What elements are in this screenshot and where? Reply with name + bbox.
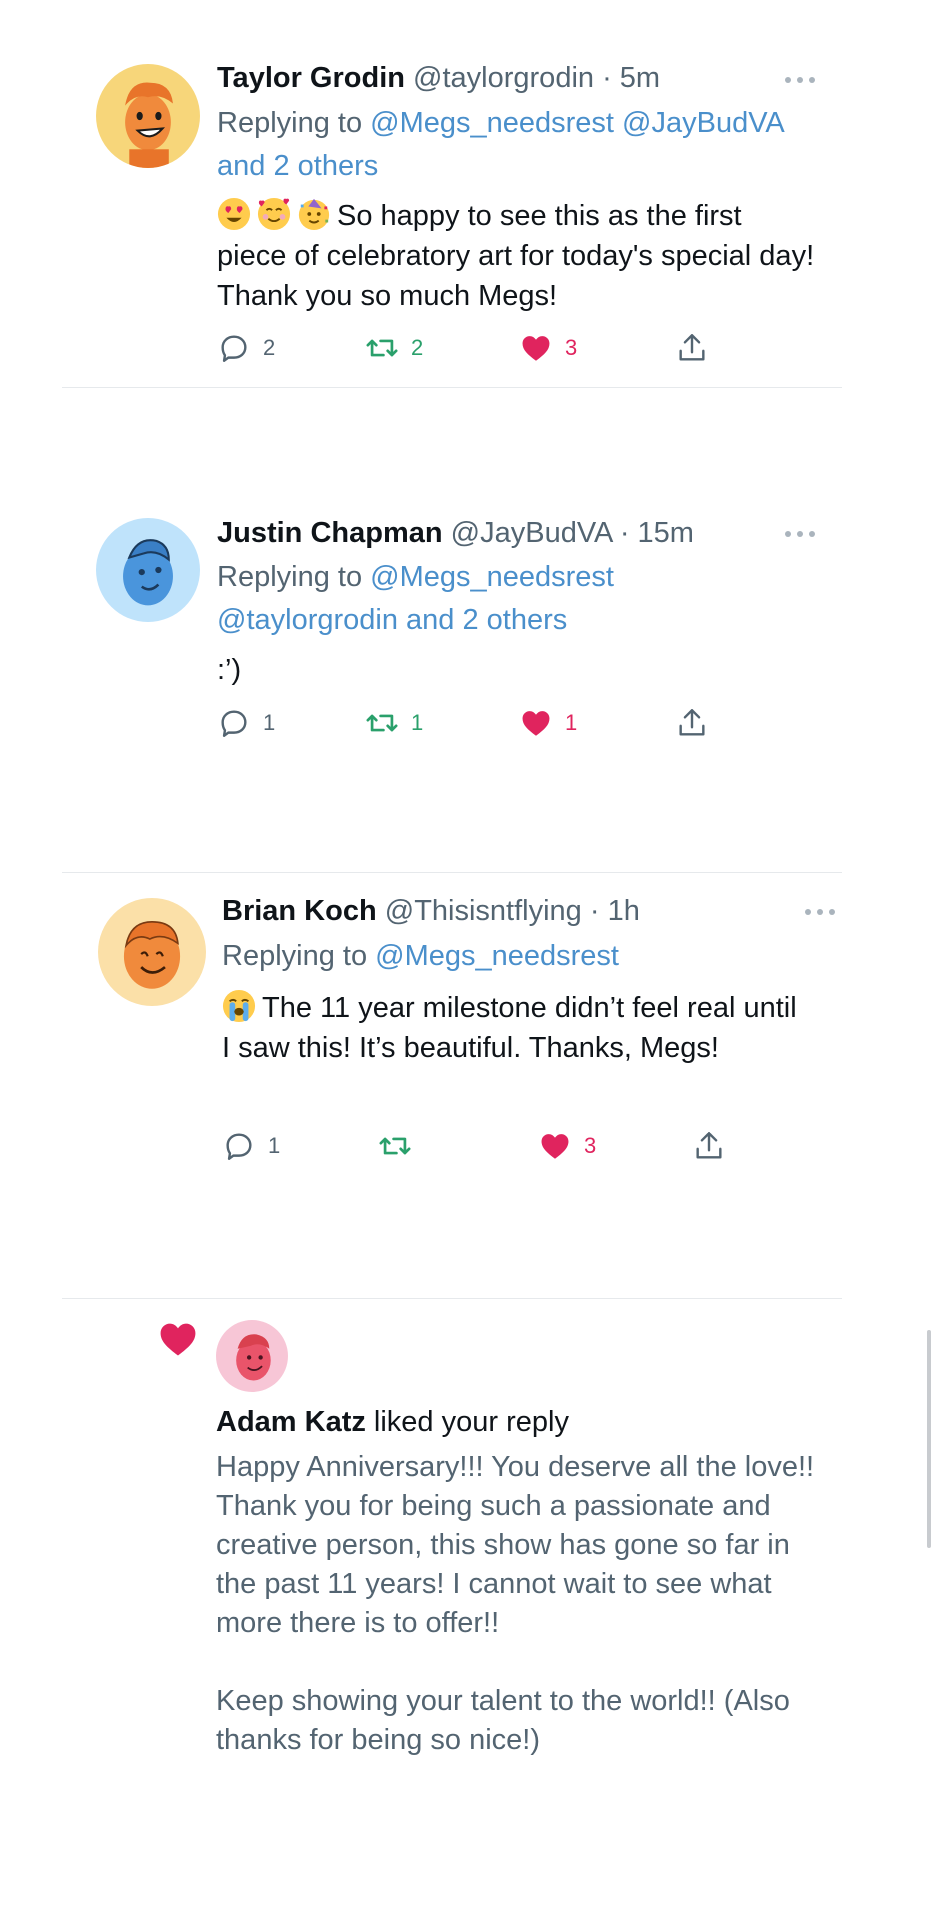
share-button[interactable] xyxy=(675,328,709,368)
avatar-taylor-grodin[interactable] xyxy=(96,64,200,168)
share-icon xyxy=(679,334,705,361)
avatar-adam-katz[interactable] xyxy=(216,1320,288,1392)
reply-count: 1 xyxy=(268,1133,281,1158)
share-button[interactable] xyxy=(675,703,709,743)
user-handle[interactable]: @JayBudVA xyxy=(451,517,612,549)
reply-count: 1 xyxy=(263,710,276,735)
replying-to: Replying to @Megs_needsrest @taylorgrodi… xyxy=(217,556,817,642)
avatar-justin-chapman[interactable] xyxy=(96,518,200,622)
like-count: 3 xyxy=(565,335,578,360)
mention-link[interactable]: @Megs_needsrest @JayBudVA xyxy=(370,107,785,139)
share-icon xyxy=(696,1132,722,1159)
tweet-header: Justin Chapman @JayBudVA · 15m xyxy=(217,515,694,551)
divider xyxy=(62,872,842,873)
display-name[interactable]: Justin Chapman xyxy=(217,517,443,549)
retweet-button[interactable]: 2 xyxy=(365,328,423,368)
retweet-button[interactable]: 1 xyxy=(365,703,423,743)
reply-count: 2 xyxy=(263,335,276,360)
timestamp: · 5m xyxy=(602,62,661,94)
replying-prefix: Replying to xyxy=(222,940,376,972)
avatar-brian-koch[interactable] xyxy=(98,898,206,1006)
retweet-count: 2 xyxy=(411,335,424,360)
replying-to: Replying to @Megs_needsrest @JayBudVA an… xyxy=(217,102,817,188)
retweet-icon xyxy=(379,1137,411,1155)
timestamp: · 1h xyxy=(589,895,640,927)
share-button[interactable] xyxy=(692,1126,726,1166)
reply-icon xyxy=(221,335,247,362)
divider xyxy=(62,387,842,388)
user-handle[interactable]: @taylorgrodin xyxy=(413,62,594,94)
user-handle[interactable]: @Thisisntflying xyxy=(385,895,582,927)
reply-button[interactable]: 2 xyxy=(217,328,275,368)
heart-eyes-emoji xyxy=(217,197,251,231)
reply-button[interactable]: 1 xyxy=(217,703,275,743)
smiling-hearts-emoji xyxy=(257,197,291,231)
more-options-icon[interactable] xyxy=(780,70,820,90)
notification-headline: Adam Katz liked your reply xyxy=(216,1402,569,1442)
share-icon xyxy=(679,709,705,736)
tweet-actions: 1 3 xyxy=(222,1126,742,1166)
mention-link[interactable]: @Megs_needsrest xyxy=(375,940,619,972)
scrollbar[interactable] xyxy=(927,1330,931,1548)
display-name[interactable]: Taylor Grodin xyxy=(217,62,405,94)
divider xyxy=(62,1298,842,1299)
retweet-button[interactable] xyxy=(378,1126,424,1166)
like-count: 3 xyxy=(584,1133,597,1158)
retweet-count: 1 xyxy=(411,710,424,735)
mention-link[interactable]: and 2 others xyxy=(217,150,378,182)
heart-icon xyxy=(522,336,550,361)
tweet-text: The 11 year milestone didn’t feel real u… xyxy=(222,988,812,1068)
heart-icon xyxy=(522,711,550,736)
more-options-icon[interactable] xyxy=(800,902,840,922)
display-name[interactable]: Brian Koch xyxy=(222,895,377,927)
timestamp: · 15m xyxy=(619,517,694,549)
more-options-icon[interactable] xyxy=(780,524,820,544)
mention-link[interactable]: @Megs_needsrest xyxy=(370,561,614,593)
heart-icon xyxy=(156,1317,200,1361)
reply-icon xyxy=(221,710,247,737)
tweet-body-text: :’) xyxy=(217,654,242,686)
tweet-actions: 2 2 3 xyxy=(217,328,737,368)
tweet-body-text: The 11 year milestone didn’t feel real u… xyxy=(222,992,797,1064)
replying-to: Replying to @Megs_needsrest xyxy=(222,935,822,978)
tweet-actions: 1 1 1 xyxy=(217,703,737,743)
replying-prefix: Replying to xyxy=(217,561,371,593)
like-button[interactable]: 1 xyxy=(519,703,577,743)
partying-face-emoji xyxy=(297,197,331,231)
tweet-text: So happy to see this as the first piece … xyxy=(217,196,817,316)
like-button[interactable]: 3 xyxy=(538,1126,596,1166)
tweet-header: Brian Koch @Thisisntflying · 1h xyxy=(222,893,640,929)
reply-icon xyxy=(226,1133,252,1160)
mention-link[interactable]: @taylorgrodin and 2 others xyxy=(217,604,567,636)
replying-prefix: Replying to xyxy=(217,107,371,139)
tweet-header: Taylor Grodin @taylorgrodin · 5m xyxy=(217,60,660,96)
notification-action: liked your reply xyxy=(365,1406,569,1438)
liked-reply-text: Happy Anniversary!!! You deserve all the… xyxy=(216,1451,815,1756)
tweet-text: :’) xyxy=(217,650,817,690)
like-button[interactable]: 3 xyxy=(519,328,577,368)
retweet-icon xyxy=(366,339,398,357)
heart-icon xyxy=(541,1134,569,1159)
retweet-icon xyxy=(366,714,398,732)
reply-button[interactable]: 1 xyxy=(222,1126,280,1166)
loudly-crying-emoji xyxy=(222,989,256,1023)
liker-name[interactable]: Adam Katz xyxy=(216,1406,366,1438)
like-count: 1 xyxy=(565,710,578,735)
